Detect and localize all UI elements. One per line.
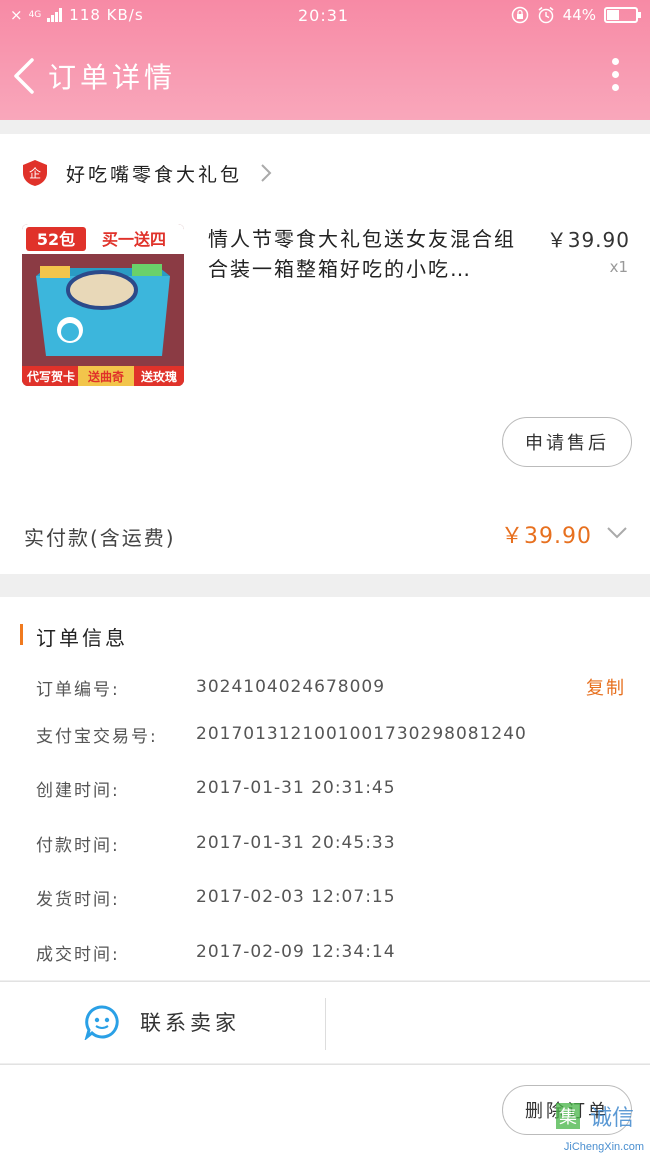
product-price: ￥39.90	[546, 228, 630, 252]
watermark-text: JiChengXin.com	[563, 1141, 644, 1153]
info-value: 2017-01-31 20:31:45	[196, 778, 396, 798]
svg-text:52包: 52包	[37, 230, 75, 249]
alipay-trade-row: 支付宝交易号: 2017013121001001730298081240	[36, 719, 527, 749]
product-title[interactable]: 情人节零食大礼包送女友混合组合装一箱整箱好吃的小吃…	[208, 224, 528, 284]
svg-text:买一送四: 买一送四	[102, 230, 166, 249]
info-label: 付款时间:	[36, 835, 120, 856]
info-value: 2017-02-03 12:07:15	[196, 887, 396, 907]
order-item-card: 企 好吃嘴零食大礼包 52包 买一送四 代写贺卡 送曲奇 送玫瑰 情人节零食大礼…	[0, 134, 650, 574]
after-sale-button[interactable]: 申请售后	[502, 417, 632, 467]
created-time-row: 创建时间: 2017-01-31 20:31:45	[36, 773, 396, 803]
info-label: 发货时间:	[36, 889, 120, 910]
info-value: 2017013121001001730298081240	[196, 724, 527, 744]
info-value: 3024104024678009	[196, 677, 386, 697]
info-value: 2017-02-09 12:34:14	[196, 942, 396, 962]
back-arrow-icon[interactable]	[10, 56, 40, 96]
clock: 20:31	[298, 6, 350, 25]
section-title: 订单信息	[36, 626, 128, 650]
chevron-right-icon	[261, 164, 272, 182]
order-info-card: 订单信息 订单编号: 3024104024678009 复制 支付宝交易号: 2…	[0, 597, 650, 980]
paid-time-row: 付款时间: 2017-01-31 20:45:33	[36, 828, 396, 858]
shipped-time-row: 发货时间: 2017-02-03 12:07:15	[36, 882, 396, 912]
status-bar: × 4G 118 KB/s 20:31 44%	[0, 0, 650, 32]
svg-text:代写贺卡: 代写贺卡	[26, 369, 75, 384]
contact-seller-button[interactable]: 联系卖家	[84, 1004, 240, 1040]
deal-time-row: 成交时间: 2017-02-09 12:34:14	[36, 937, 396, 967]
shop-link[interactable]: 企 好吃嘴零食大礼包	[22, 158, 272, 188]
contact-bar: 联系卖家	[0, 981, 650, 1063]
info-label: 订单编号:	[36, 679, 120, 700]
battery-percent: 44%	[562, 6, 596, 24]
svg-text:企: 企	[29, 166, 41, 181]
signal-bars-icon	[47, 8, 63, 22]
app-header: × 4G 118 KB/s 20:31 44% 订单详情	[0, 0, 650, 120]
product-thumbnail[interactable]: 52包 买一送四 代写贺卡 送曲奇 送玫瑰	[22, 224, 184, 386]
svg-text:送曲奇: 送曲奇	[87, 369, 124, 384]
contact-seller-label: 联系卖家	[140, 1011, 240, 1035]
section-accent-bar	[20, 624, 23, 645]
copy-button[interactable]: 复制	[586, 674, 626, 700]
page-title: 订单详情	[48, 61, 177, 94]
info-value: 2017-01-31 20:45:33	[196, 833, 396, 853]
info-label: 创建时间:	[36, 780, 120, 801]
info-label: 支付宝交易号:	[36, 726, 158, 747]
svg-text:送玫瑰: 送玫瑰	[140, 369, 177, 384]
network-speed: 118 KB/s	[69, 6, 144, 24]
chat-bubble-icon	[84, 1005, 119, 1040]
bottom-actions: 删除订单 集 诚信 JiChengXin.com	[0, 1064, 650, 1155]
rotation-lock-icon	[511, 6, 528, 24]
payment-label: 实付款(含运费)	[24, 526, 176, 550]
product-quantity: x1	[609, 258, 628, 276]
svg-text:集: 集	[559, 1107, 577, 1128]
title-bar: 订单详情	[0, 40, 650, 112]
shop-badge-icon: 企	[23, 160, 47, 186]
info-label: 成交时间:	[36, 944, 120, 965]
divider	[325, 998, 326, 1050]
alarm-icon	[538, 6, 554, 24]
payment-amount: ￥39.90	[501, 524, 592, 549]
battery-icon	[604, 7, 641, 23]
order-number-row: 订单编号: 3024104024678009	[36, 672, 385, 702]
shop-name: 好吃嘴零食大礼包	[66, 163, 243, 186]
svg-text:诚信: 诚信	[590, 1106, 634, 1131]
network-type: 4G	[28, 10, 42, 20]
signal-icon: ×	[10, 6, 23, 24]
more-menu-icon[interactable]	[610, 58, 620, 98]
chevron-down-icon[interactable]	[606, 526, 628, 540]
